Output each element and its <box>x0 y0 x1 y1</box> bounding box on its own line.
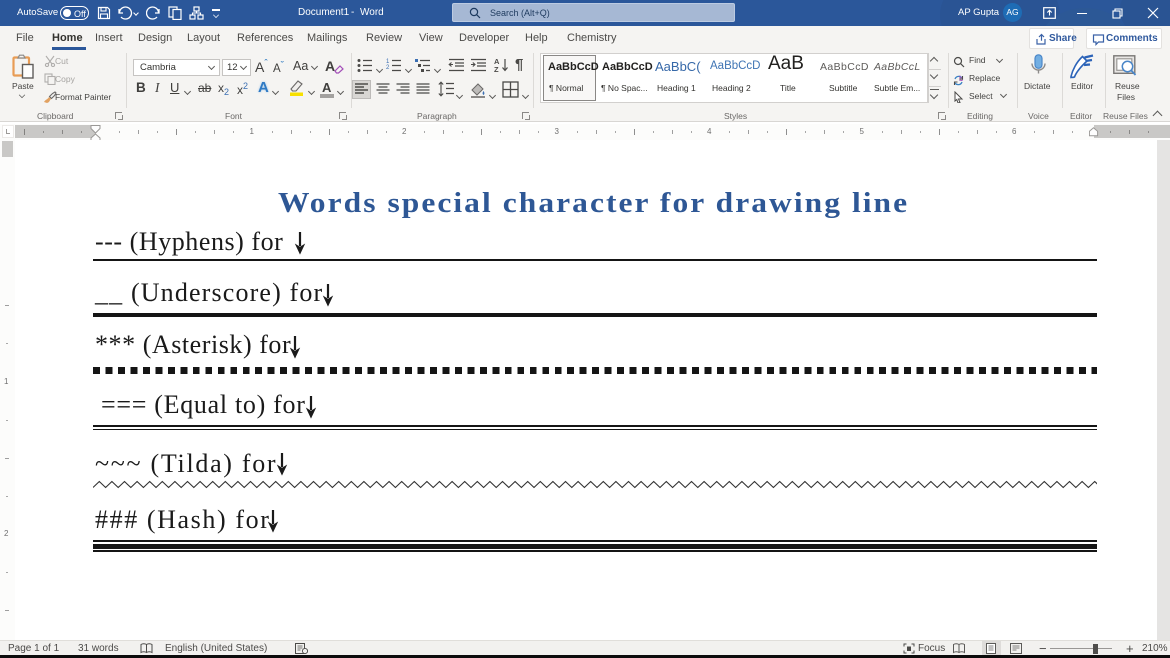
svg-text:Z: Z <box>494 65 499 73</box>
svg-text:2: 2 <box>386 65 390 71</box>
